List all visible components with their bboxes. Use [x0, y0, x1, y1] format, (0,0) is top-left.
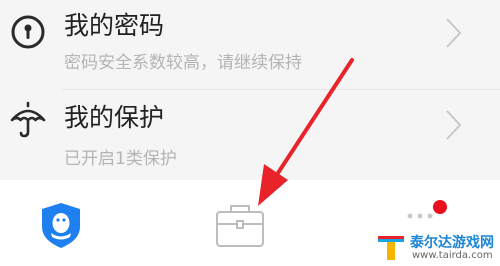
notification-badge [433, 200, 447, 214]
list-item-my-password[interactable]: 我的密码 密码安全系数较高，请继续保持 [0, 0, 500, 90]
toolbox-icon[interactable] [212, 202, 268, 248]
watermark-url: www.tairda.com [412, 250, 493, 261]
qq-shield-icon[interactable] [36, 200, 86, 250]
row-title: 我的密码 [64, 11, 165, 40]
security-list: 我的密码 密码安全系数较高，请继续保持 我的保护 已开启1类保护 [0, 0, 500, 180]
more-dots-icon[interactable] [400, 194, 456, 224]
list-item-my-protection[interactable]: 我的保护 已开启1类保护 [0, 90, 500, 180]
row-title: 我的保护 [64, 103, 165, 132]
chevron-right-icon [446, 18, 462, 48]
chevron-right-icon [446, 110, 462, 140]
watermark-text: 泰尔达游戏网 [410, 235, 494, 251]
umbrella-icon [10, 101, 46, 138]
key-hole-icon [11, 15, 45, 49]
watermark-logo: 泰尔达游戏网 www.tairda.com [372, 228, 500, 266]
row-subtitle: 已开启1类保护 [64, 149, 177, 169]
row-subtitle: 密码安全系数较高，请继续保持 [64, 53, 302, 73]
watermark-logo-icon [378, 236, 404, 260]
